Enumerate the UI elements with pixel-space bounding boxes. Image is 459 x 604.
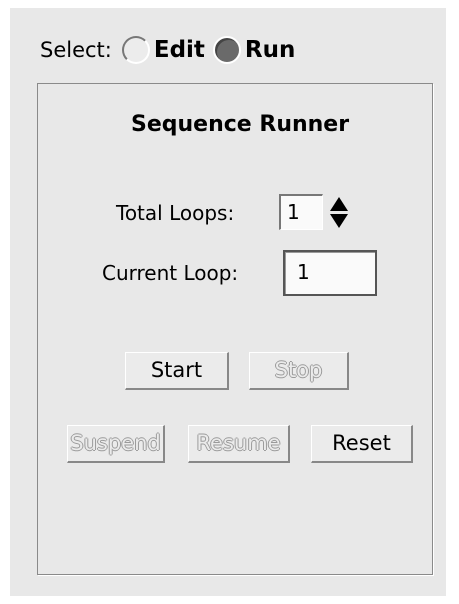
suspend-button[interactable]: Suspend [67,425,165,463]
run-radio-label[interactable]: Run [245,37,295,63]
total-loops-label: Total Loops: [116,201,235,225]
panel-title: Sequence Runner [131,112,350,137]
edit-radio-label[interactable]: Edit [154,37,205,63]
total-loops-spinner[interactable]: 1 [279,192,355,232]
mode-selector: Select: Edit Run [40,30,303,70]
resume-button[interactable]: Resume [188,425,290,463]
start-button[interactable]: Start [125,352,229,390]
run-radio-button[interactable] [212,36,241,64]
reset-button[interactable]: Reset [311,425,413,463]
edit-radio-button[interactable] [121,36,150,64]
select-label: Select: [40,38,112,62]
current-loop-label: Current Loop: [102,261,239,285]
current-loop-field[interactable]: 1 [283,250,377,296]
runner-panel: Sequence Runner Total Loops: 1 Current L… [37,83,433,575]
sequence-runner-window: Select: Edit Run Sequence Runner Total L… [10,8,446,596]
increment-arrow-icon[interactable] [330,196,348,211]
total-loops-field[interactable]: 1 [279,194,323,230]
decrement-arrow-icon[interactable] [330,213,348,228]
spinner-arrows[interactable] [327,192,351,232]
stop-button[interactable]: Stop [249,352,349,390]
